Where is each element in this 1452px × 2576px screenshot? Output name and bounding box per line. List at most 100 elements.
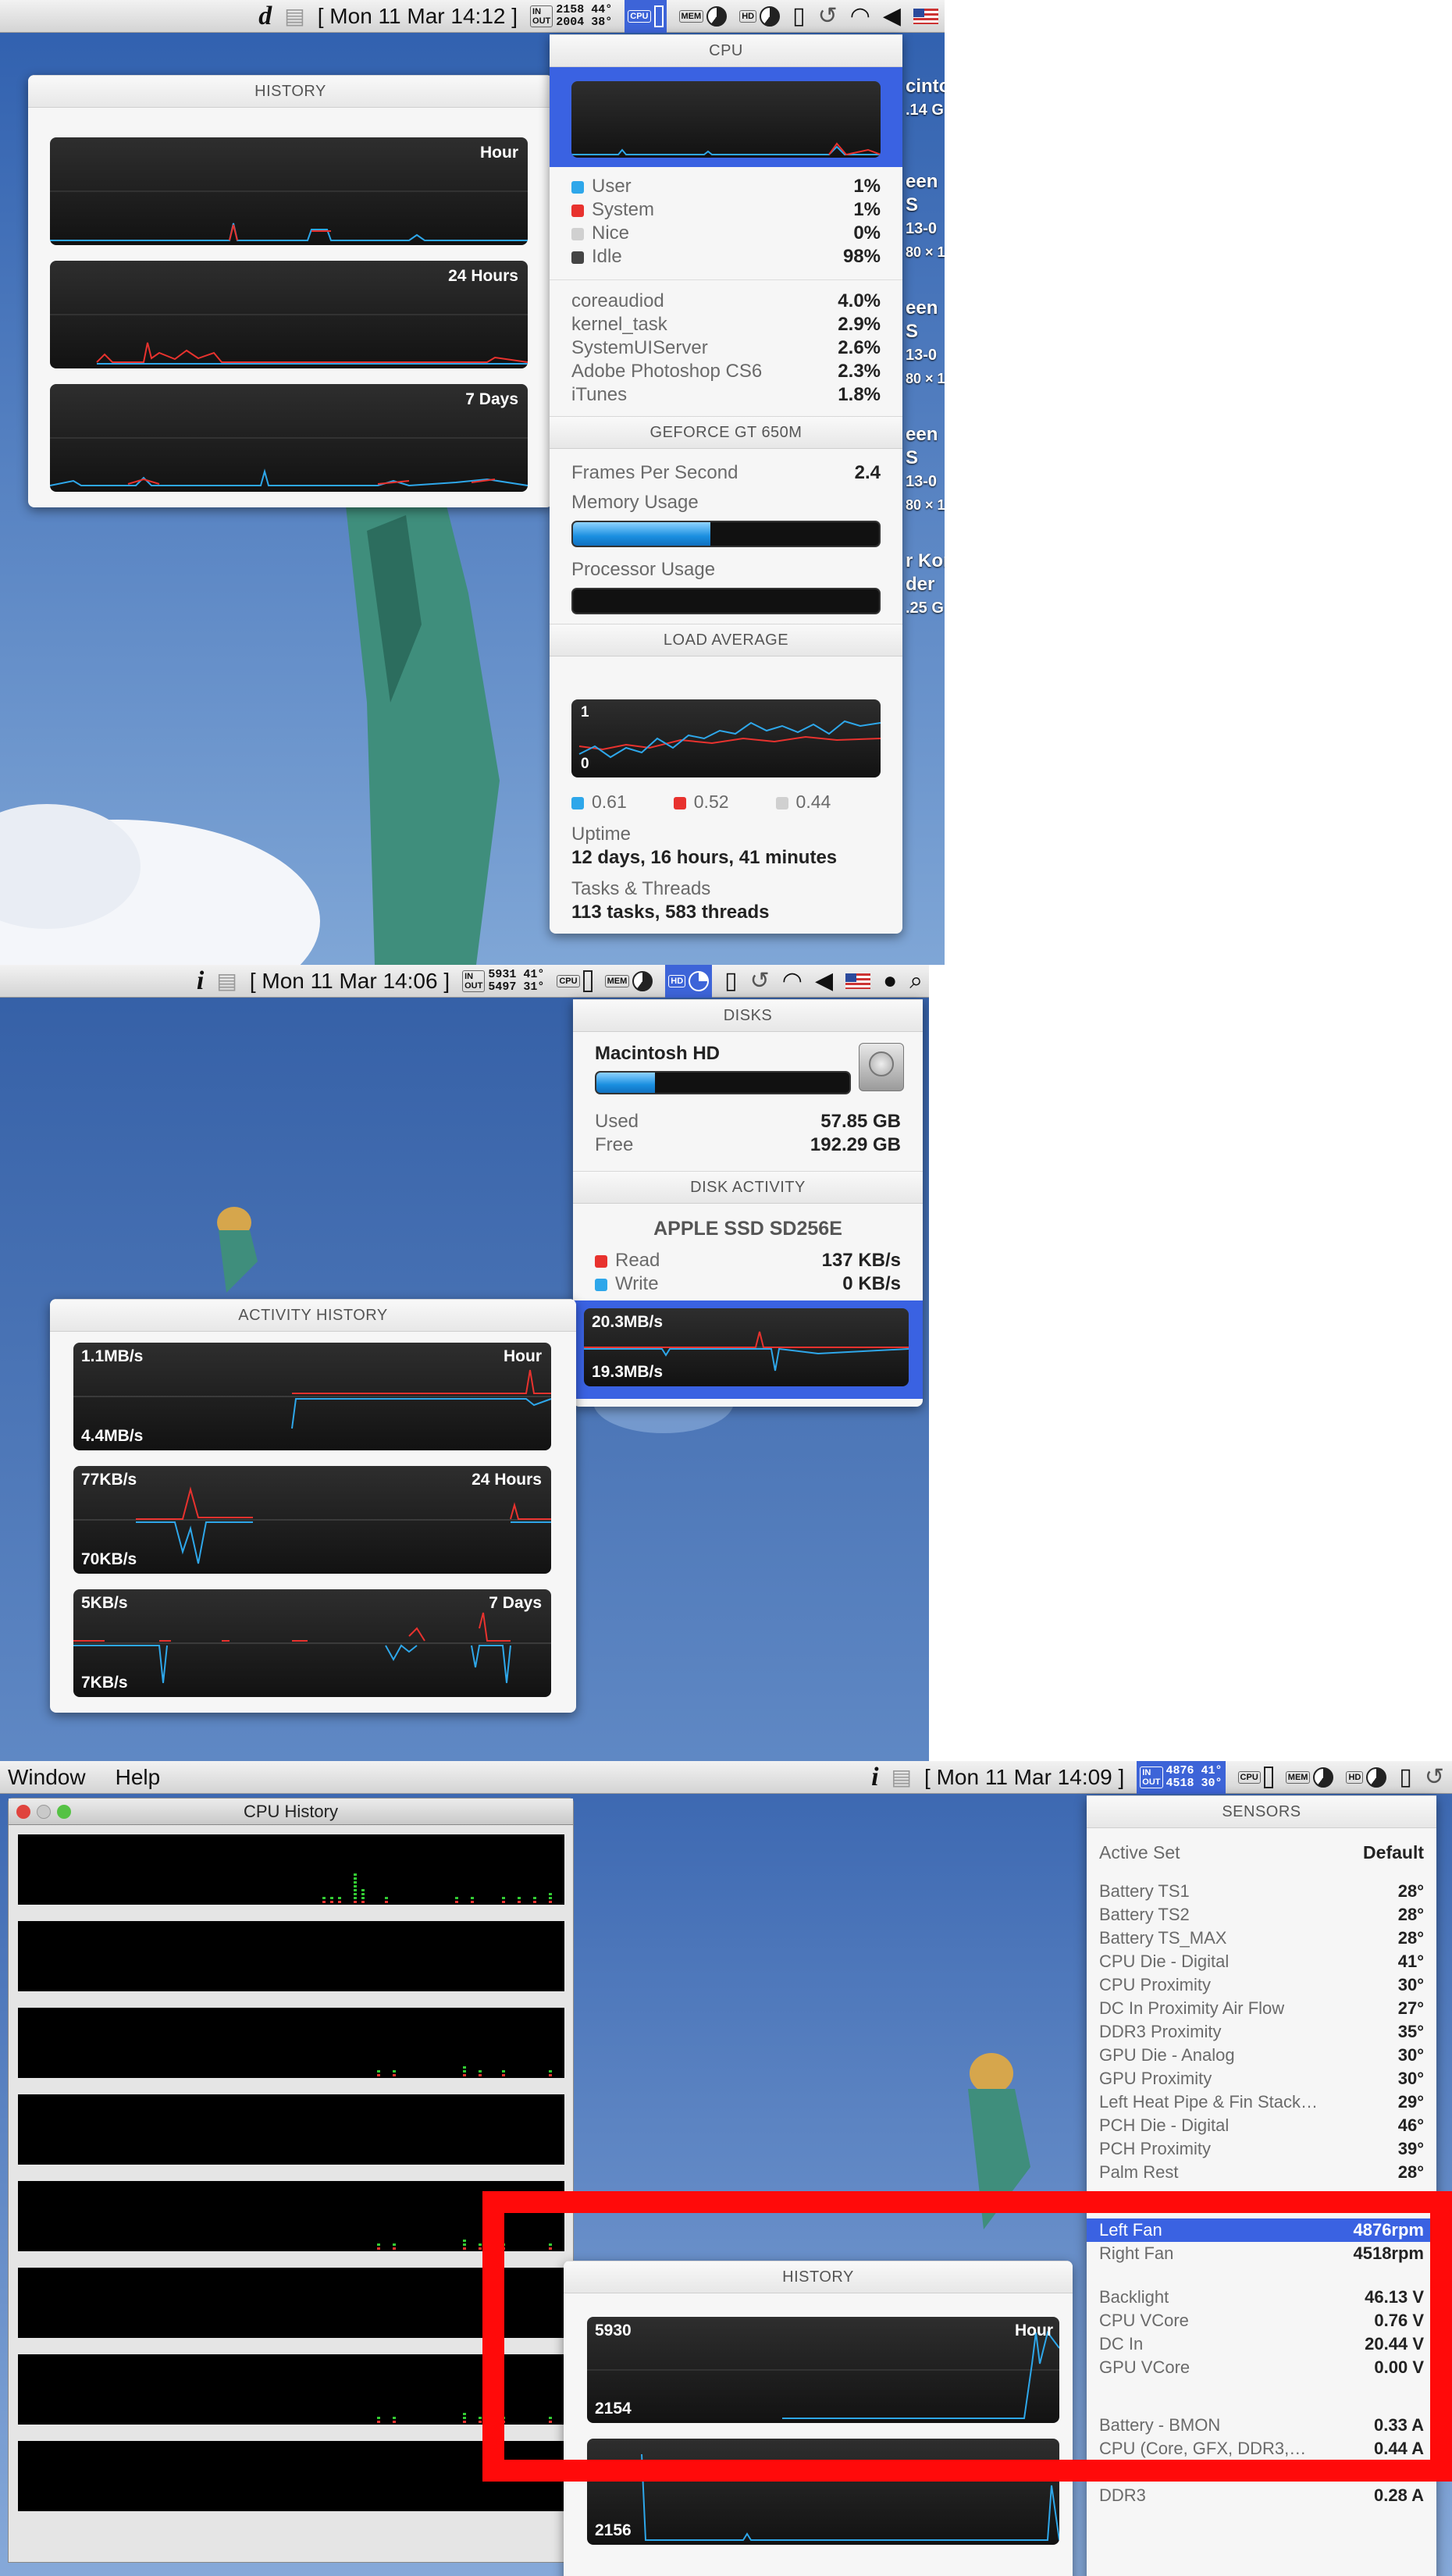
menu-clock[interactable]: [ Mon 11 Mar 14:12 ]	[318, 0, 518, 33]
sensor-name: PCH Die - Digital	[1099, 2115, 1230, 2135]
time-machine-icon[interactable]: ↺	[1425, 1761, 1444, 1794]
cpu-menu-item[interactable]: CPU	[1237, 1761, 1273, 1794]
disk-menu-item[interactable]: HD	[739, 0, 781, 33]
activity-24h-bottom: 70KB/s	[81, 1550, 137, 1568]
disk-activity-graph: 20.3MB/s 19.3MB/s	[584, 1308, 909, 1386]
us-flag-icon[interactable]	[913, 0, 938, 33]
history-graph-7d: 7 Days	[50, 384, 528, 492]
active-set-row[interactable]: Active Set Default	[1087, 1841, 1436, 1864]
temperature-row[interactable]: PCH Proximity 39°	[1087, 2137, 1436, 2161]
sensor-value: 28°	[1397, 2162, 1424, 2182]
load-max-label: 1	[581, 704, 589, 720]
close-button[interactable]	[16, 1805, 30, 1819]
us-flag-icon[interactable]	[845, 965, 871, 998]
sensor-value: 46°	[1397, 2115, 1424, 2135]
memory-menu-item[interactable]: MEM	[678, 0, 728, 33]
memory-menu-item[interactable]: MEM	[604, 965, 653, 998]
volume-icon[interactable]: ◀	[883, 0, 901, 33]
sensor-name: GPU Proximity	[1099, 2069, 1212, 2088]
sensor-name: PCH Proximity	[1099, 2139, 1212, 2158]
hd-tag: HD	[668, 974, 686, 987]
memory-pie-icon	[632, 970, 653, 991]
cpu-core-graph	[18, 1834, 564, 1905]
activity-history-title: ACTIVITY HISTORY	[50, 1299, 576, 1332]
cpu-panel: CPU User 1% System 1% Nice 0% Idle 98% corea…	[550, 34, 902, 934]
network-menu-item[interactable]: IN OUT 5931 41° 5497 31°	[462, 965, 544, 998]
spotlight-icon[interactable]: ⌕	[909, 965, 923, 998]
istat-logo-icon[interactable]: d	[258, 0, 272, 33]
menu-clock[interactable]: [ Mon 11 Mar 14:09 ]	[924, 1761, 1124, 1794]
temperature-row[interactable]: Left Heat Pipe & Fin Stack… 29°	[1087, 2090, 1436, 2114]
mem-tag: MEM	[604, 974, 630, 987]
cpu-live-graph	[571, 81, 881, 158]
load-average-title: LOAD AVERAGE	[550, 624, 902, 656]
menu-clock[interactable]: [ Mon 11 Mar 14:06 ]	[250, 965, 450, 998]
red-highlight-box	[482, 2191, 1452, 2482]
volume-icon[interactable]: ◀	[815, 965, 833, 998]
disk-menu-item[interactable]: HD	[1346, 1761, 1387, 1794]
window-menu[interactable]: Window	[8, 1761, 86, 1794]
cpu-menu-item[interactable]: CPU	[625, 0, 667, 33]
sensor-name: Battery TS2	[1099, 1905, 1190, 1924]
temperature-row[interactable]: DDR3 Proximity 35°	[1087, 2020, 1436, 2044]
time-machine-icon[interactable]: ↺	[818, 0, 838, 33]
temperature-row[interactable]: Battery TS_MAX 28°	[1087, 1927, 1436, 1950]
disk-menu-item[interactable]: HD	[665, 965, 713, 998]
temperature-row[interactable]: PCH Die - Digital 46°	[1087, 2114, 1436, 2137]
temperature-row[interactable]: GPU Proximity 30°	[1087, 2067, 1436, 2090]
temperature-row[interactable]: Battery TS1 28°	[1087, 1880, 1436, 1903]
sensor-name: Palm Rest	[1099, 2162, 1179, 2182]
battery-icon[interactable]: ▯	[792, 0, 806, 33]
cpu-idle-row: Idle 98%	[550, 245, 902, 269]
process-row: SystemUIServer 2.6%	[571, 337, 881, 358]
sensor-name: Left Heat Pipe & Fin Stack…	[1099, 2092, 1319, 2112]
process-row: kernel_task 2.9%	[571, 314, 881, 335]
cpu-menu-item[interactable]: CPU	[557, 965, 593, 998]
gpu-processor-bar	[571, 588, 881, 614]
istat-logo-icon[interactable]: i	[197, 965, 204, 998]
temperature-row[interactable]: CPU Die - Digital 41°	[1087, 1950, 1436, 1973]
temperature-row[interactable]: Palm Rest 28°	[1087, 2161, 1436, 2184]
temperature-row[interactable]: DC In Proximity Air Flow 27°	[1087, 1997, 1436, 2020]
hard-drive-icon	[859, 1043, 904, 1091]
cpu-tag: CPU	[557, 974, 580, 987]
network-tag: IN OUT	[530, 5, 553, 27]
load-15min-swatch	[775, 796, 788, 809]
memory-menu-item[interactable]: MEM	[1285, 1761, 1334, 1794]
time-machine-icon[interactable]: ↺	[750, 965, 770, 998]
activity-7d-top: 5KB/s	[81, 1594, 128, 1612]
grip-icon: ▤	[216, 969, 237, 993]
cpu-tag: CPU	[628, 9, 651, 23]
cpu-history-titlebar[interactable]: CPU History	[9, 1799, 573, 1825]
temperature-row[interactable]: Battery TS2 28°	[1087, 1903, 1436, 1927]
minimize-button[interactable]	[37, 1805, 51, 1819]
sensor-value: 27°	[1397, 1998, 1424, 2018]
screenshot-sensors: Window Help i ▤ [ Mon 11 Mar 14:09 ] IN O…	[0, 1761, 1452, 2576]
memory-usage-label: Memory Usage	[571, 492, 699, 513]
wifi-icon[interactable]: ◠	[782, 965, 803, 998]
temperature-row[interactable]: GPU Die - Analog 30°	[1087, 2044, 1436, 2067]
sensor-name: CPU Proximity	[1099, 1975, 1212, 1994]
screenshot-cpu: d ▤ [ Mon 11 Mar 14:12 ] IN OUT 2158 44° 2…	[0, 0, 945, 965]
network-menu-item[interactable]: IN OUT 4876 41° 4518 30°	[1137, 1761, 1226, 1794]
wifi-icon[interactable]: ◠	[850, 0, 870, 33]
sensor-value: 41°	[1397, 1952, 1424, 1971]
istat-logo-icon[interactable]: i	[871, 1761, 878, 1794]
current-row[interactable]: DDR3 0.28 A	[1087, 2484, 1436, 2507]
battery-icon[interactable]: ▯	[1399, 1761, 1412, 1794]
battery-icon[interactable]: ▯	[724, 965, 738, 998]
uptime-value: 12 days, 16 hours, 41 minutes	[571, 847, 838, 868]
grip-icon: ▤	[891, 1765, 913, 1789]
disk-pie-icon	[1366, 1767, 1387, 1788]
grip-icon: ▤	[284, 4, 305, 28]
network-out-value: 5497 31°	[488, 980, 545, 994]
temperature-row[interactable]: CPU Proximity 30°	[1087, 1973, 1436, 1997]
system-swatch	[571, 204, 584, 217]
mem-tag: MEM	[678, 9, 704, 23]
zoom-button[interactable]	[57, 1805, 71, 1819]
cpu-history-title: CPU History	[243, 1801, 338, 1821]
help-menu[interactable]: Help	[116, 1761, 161, 1794]
disk-activity-title: DISK ACTIVITY	[573, 1171, 923, 1204]
network-menu-item[interactable]: IN OUT 2158 44° 2004 38°	[530, 0, 612, 33]
user-icon[interactable]: ●	[883, 965, 897, 998]
